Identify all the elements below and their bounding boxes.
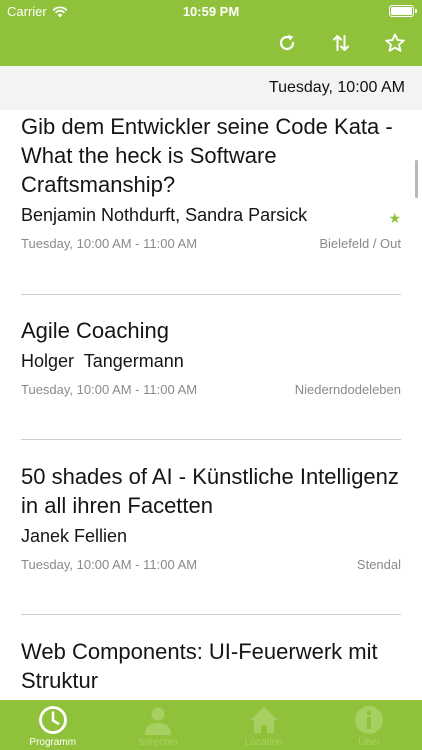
section-date-label: Tuesday, 10:00 AM [268, 79, 405, 96]
tab-label: Programm [29, 737, 77, 748]
nav-actions [260, 30, 422, 56]
favorites-button[interactable] [368, 30, 422, 56]
tab-location[interactable]: Location [211, 700, 317, 750]
favorites-star-icon [385, 33, 405, 52]
tab-label: Sprecher [137, 737, 179, 748]
sort-icon [333, 35, 349, 51]
session-title: 50 shades of AI - Künstliche Intelligenz… [21, 464, 399, 518]
session-time: Tuesday, 10:00 AM - 11:00 AM [21, 382, 198, 397]
battery-icon [389, 5, 417, 17]
session-item[interactable]: Gib dem Entwickler seine Code Kata - Wha… [21, 112, 401, 295]
refresh-icon [279, 34, 295, 51]
clock-icon [38, 706, 67, 734]
tab-sprecher[interactable]: Sprecher [106, 700, 212, 750]
session-time: Tuesday, 10:00 AM - 11:00 AM [21, 557, 198, 572]
session-time: Tuesday, 10:00 AM - 11:00 AM [21, 236, 198, 251]
tab-label: Über [358, 737, 381, 748]
session-item[interactable]: Web Components: UI-Feuerwerk mit Struktu… [21, 637, 401, 700]
section-date-header: Tuesday, 10:00 AM [0, 66, 422, 110]
scroll-indicator[interactable] [415, 160, 418, 198]
session-location: Stendal [356, 557, 401, 572]
session-item[interactable]: 50 shades of AI - Künstliche Intelligenz… [21, 462, 401, 615]
session-title: Agile Coaching [21, 318, 169, 343]
session-speakers: Benjamin Nothdurft, Sandra Parsick [21, 205, 308, 225]
sort-button[interactable] [314, 30, 368, 56]
session-meta: Tuesday, 10:00 AM - 11:00 AM Niederndode… [21, 382, 401, 397]
session-item[interactable]: Agile Coaching Holger Tangermann Tuesday… [21, 316, 401, 440]
tab-ueber[interactable]: Über [317, 700, 422, 750]
favorite-star-icon: ★ [388, 210, 401, 226]
info-icon [355, 706, 384, 734]
tab-programm[interactable]: Programm [0, 700, 106, 750]
session-title: Web Components: UI-Feuerwerk mit Struktu… [21, 639, 378, 693]
session-meta: Tuesday, 10:00 AM - 11:00 AM Bielefeld /… [21, 236, 401, 251]
navigation-bar: Carrier 10:59 PM [0, 0, 422, 66]
session-list[interactable]: Gib dem Entwickler seine Code Kata - Wha… [0, 110, 422, 700]
home-icon [249, 707, 278, 733]
person-icon [145, 707, 172, 735]
tab-label: Location [244, 737, 283, 748]
session-speakers: Janek Fellien [21, 526, 128, 546]
session-speakers: Holger Tangermann [21, 351, 184, 371]
session-location: Bielefeld / Out [319, 236, 401, 251]
session-meta: Tuesday, 10:00 AM - 11:00 AM Stendal [21, 557, 401, 572]
status-time: 10:59 PM [182, 4, 240, 19]
refresh-button[interactable] [260, 30, 314, 56]
session-location: Niederndodeleben [294, 382, 401, 397]
session-title: Gib dem Entwickler seine Code Kata - Wha… [21, 114, 393, 197]
tab-bar: Programm Sprecher Location Über [0, 700, 422, 750]
status-bar: Carrier 10:59 PM [0, 0, 422, 22]
